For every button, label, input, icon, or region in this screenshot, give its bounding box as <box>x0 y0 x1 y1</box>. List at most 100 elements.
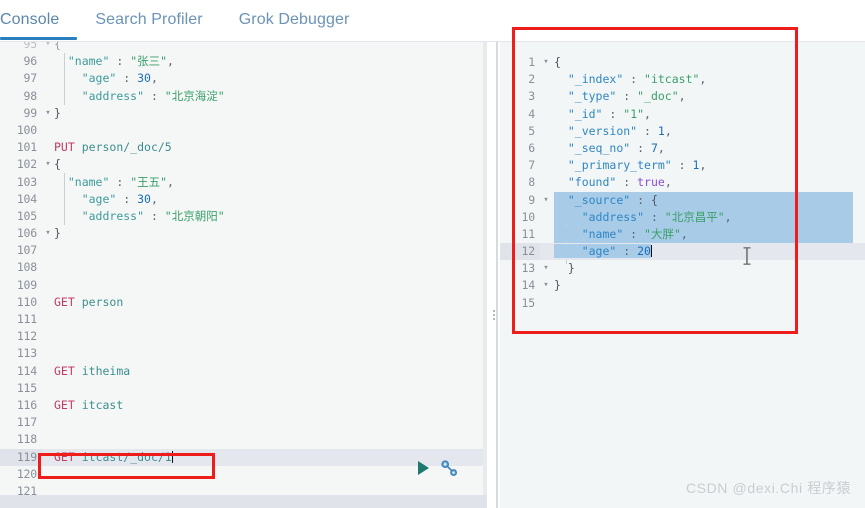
line-number: 2 <box>528 72 535 87</box>
line-number: 119 <box>0 448 42 466</box>
code-line[interactable]: 106 ▾} <box>0 225 487 243</box>
code-line[interactable]: 102 ▾{ <box>0 156 487 174</box>
code-line[interactable]: 95 ▾{ <box>0 42 487 54</box>
tab-grok-debugger[interactable]: Grok Debugger <box>221 0 368 40</box>
text-caret <box>650 245 652 258</box>
code-fold-toggle-icon[interactable]: ▾ <box>542 54 550 71</box>
code-line[interactable]: 4 "_id" : "1", <box>500 106 865 123</box>
code-line[interactable]: 97 "age" : 30, <box>0 70 487 88</box>
code-line[interactable]: 96 "name" : "张三", <box>0 53 487 71</box>
code-line[interactable]: 117 <box>0 414 487 432</box>
code-line[interactable]: 5 "_version" : 1, <box>500 123 865 140</box>
code-line[interactable]: 100 <box>0 121 487 140</box>
code-line[interactable]: 1 ▾ { <box>500 54 865 71</box>
code-fold-toggle-icon[interactable]: ▾ <box>44 42 52 53</box>
code-token: "张三" <box>130 54 168 69</box>
line-number: 99 <box>0 104 42 122</box>
indent-guide <box>64 173 65 225</box>
code-text: GET itcast <box>54 397 123 414</box>
code-token: "age" <box>81 191 117 206</box>
code-line[interactable]: 119 GET itcast/_doc/1 <box>0 448 487 466</box>
code-line[interactable]: 11 "name" : "大胖", <box>500 226 865 243</box>
line-number: 13 <box>521 261 536 276</box>
splitter-grip-icon[interactable] <box>492 310 495 320</box>
line-number: 107 <box>0 242 42 260</box>
tab-search-profiler[interactable]: Search Profiler <box>77 0 220 40</box>
response-viewer-pane[interactable]: 1 ▾{2 "_index" : "itcast", 3 "_type" : "_d… <box>500 42 865 508</box>
code-line[interactable]: 99 ▾} <box>0 104 487 122</box>
code-line[interactable]: 114 GET itheima <box>0 362 487 380</box>
code-line[interactable]: 116 GET itcast <box>0 396 487 415</box>
code-line[interactable]: 110 GET person <box>0 293 487 312</box>
console-tabbar: Console Search Profiler Grok Debugger <box>0 0 865 42</box>
code-fold-toggle-icon[interactable]: ▾ <box>542 277 550 294</box>
code-line[interactable]: 14 ▾} <box>500 277 865 294</box>
response-viewer-code[interactable]: 1 ▾{2 "_index" : "itcast", 3 "_type" : "_d… <box>500 54 865 312</box>
code-line[interactable]: 105 "address" : "北京朝阳" <box>0 207 487 226</box>
line-number: 110 <box>0 293 42 312</box>
run-request-button[interactable] <box>418 461 429 475</box>
request-editor-code[interactable]: 95 ▾{96 "name" : "张三", 97 "age" : 30, 98 "a… <box>0 42 487 501</box>
tab-console[interactable]: Console <box>0 0 78 40</box>
code-fold-toggle-icon[interactable]: ▾ <box>542 192 550 209</box>
code-line[interactable]: 7 "_primary_term" : 1, <box>500 157 865 174</box>
code-line[interactable]: 118 <box>0 431 487 449</box>
code-line[interactable]: 115 <box>0 379 487 397</box>
code-line[interactable]: 8 "found" : true, <box>500 174 865 191</box>
code-line[interactable]: 112 <box>0 328 487 346</box>
code-line[interactable]: 10 "address" : "北京昌平", <box>500 209 865 226</box>
code-line[interactable]: 98 "address" : "北京海淀" <box>0 87 487 105</box>
code-token: : <box>637 123 658 138</box>
request-editor-pane[interactable]: 95 ▾{96 "name" : "张三", 97 "age" : 30, 98 "a… <box>0 42 487 508</box>
code-text: { <box>54 156 61 173</box>
code-line[interactable]: 9 ▾ "_source" : { <box>500 192 865 209</box>
code-line[interactable]: 120 <box>0 465 487 483</box>
code-line[interactable]: 15 <box>500 295 865 312</box>
code-line[interactable]: 108 <box>0 259 487 277</box>
code-line[interactable]: 3 "_type" : "_doc", <box>500 88 865 105</box>
kibana-dev-tools-console: Console Search Profiler Grok Debugger 95 ▾{… <box>0 0 865 508</box>
tab-label: Search Profiler <box>95 11 203 28</box>
code-fold-toggle-icon[interactable]: ▾ <box>542 260 550 277</box>
code-token: "itcast" <box>644 72 700 87</box>
code-fold-toggle-icon[interactable]: ▾ <box>44 156 52 173</box>
line-number: 96 <box>0 53 42 71</box>
wrench-icon[interactable] <box>440 459 458 477</box>
code-line[interactable]: 101 PUT person/_doc/5 <box>0 139 487 157</box>
code-line[interactable]: 12 "age" : 20 <box>500 243 865 261</box>
line-number: 14 <box>521 278 536 293</box>
indent-guide <box>64 53 65 105</box>
line-number: 102 <box>0 156 42 174</box>
code-line[interactable]: 103 "name" : "王五", <box>0 173 487 191</box>
code-line[interactable]: 6 "_seq_no" : 7, <box>500 140 865 157</box>
line-number: 117 <box>0 414 42 432</box>
code-fold-toggle-icon[interactable]: ▾ <box>44 105 52 122</box>
line-number: 12 <box>500 243 540 261</box>
line-number: 15 <box>521 295 536 310</box>
code-token: { <box>650 192 658 207</box>
code-token: "found" <box>567 175 617 190</box>
line-number: 9 <box>528 192 535 207</box>
code-line[interactable]: 107 <box>0 242 487 260</box>
code-token: , <box>724 209 732 224</box>
code-token: 7 <box>650 140 658 155</box>
code-line[interactable]: 104 "age" : 30, <box>0 190 487 208</box>
code-fold-toggle-icon[interactable]: ▾ <box>44 225 52 242</box>
code-token: : <box>144 208 165 223</box>
code-line[interactable]: 113 <box>0 345 487 363</box>
code-token: itcast <box>81 397 124 412</box>
pane-splitter[interactable] <box>487 42 500 508</box>
text-caret <box>171 450 173 463</box>
code-line[interactable]: 13 ▾ } <box>500 260 865 277</box>
code-line[interactable]: 111 <box>0 311 487 329</box>
code-text: { <box>554 54 561 71</box>
code-line[interactable]: 2 "_index" : "itcast", <box>500 71 865 88</box>
code-token: , <box>678 89 686 104</box>
code-text: PUT person/_doc/5 <box>54 139 172 156</box>
line-number: 3 <box>528 89 535 104</box>
code-line[interactable]: 109 <box>0 276 487 294</box>
line-number: 118 <box>0 431 42 449</box>
